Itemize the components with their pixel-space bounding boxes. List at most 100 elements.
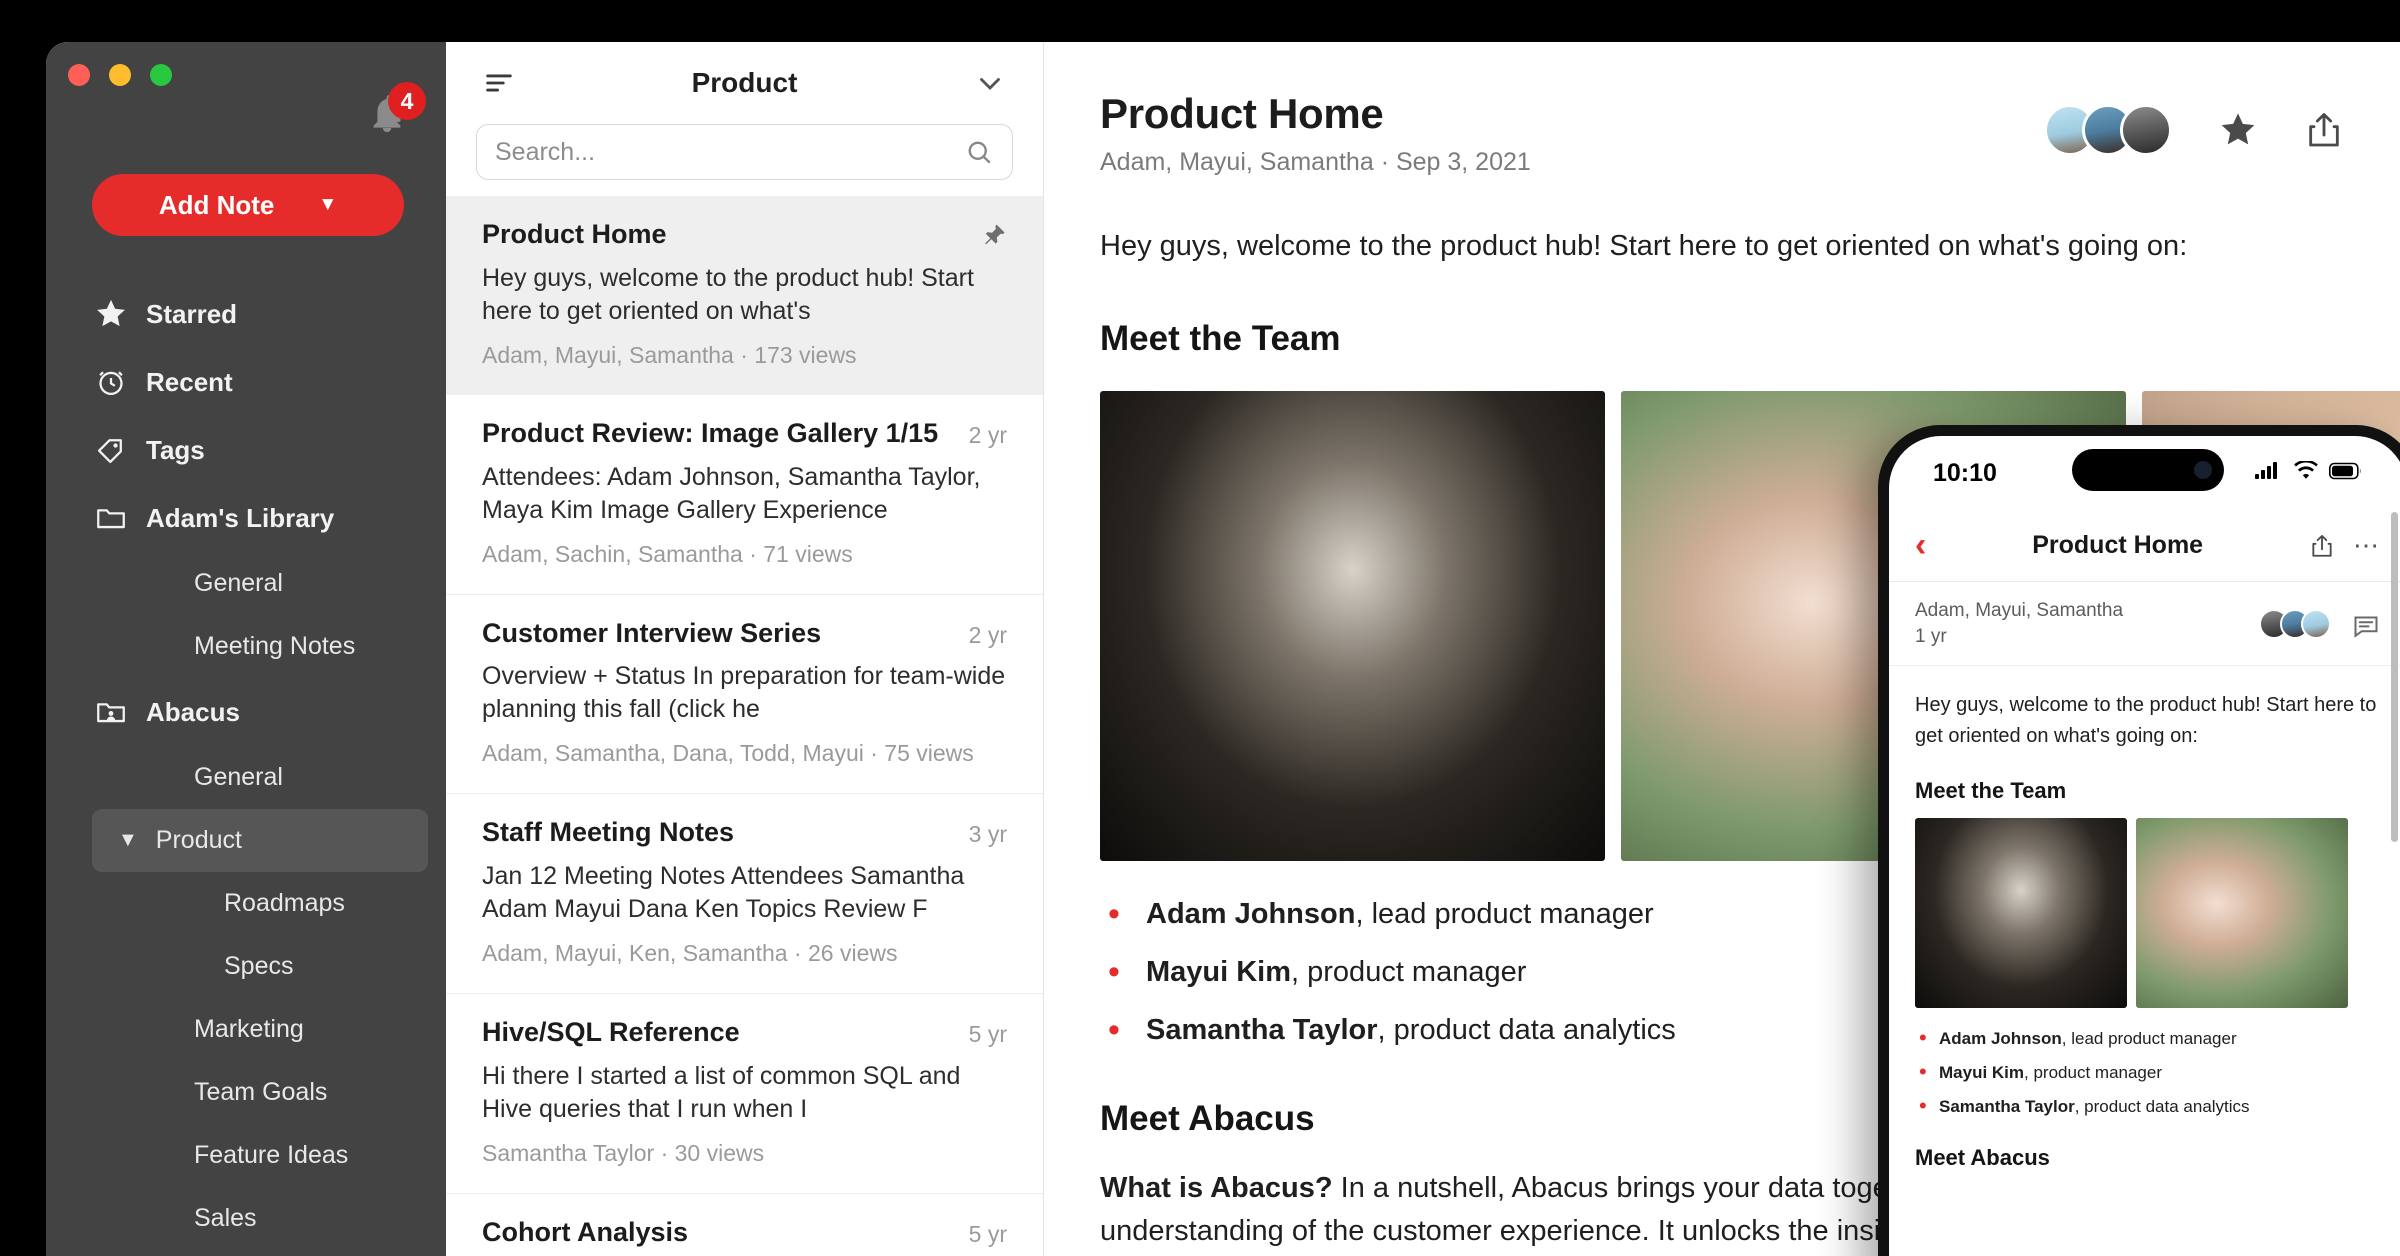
document-actions: [2044, 90, 2344, 156]
note-meta: Adam, Sachin, Samantha · 71 views: [482, 540, 853, 567]
sidebar-item-label: Product: [155, 826, 242, 854]
note-snippet: Overview + Status In preparation for tea…: [482, 662, 1006, 724]
note-age: 2 yr: [968, 621, 1007, 648]
team-member-role: , lead product manager: [2061, 1029, 2237, 1049]
sidebar-item-label: Abacus: [146, 696, 240, 727]
sidebar-item-marketing[interactable]: Marketing: [46, 998, 446, 1061]
note-title: Cohort Analysis: [482, 1216, 689, 1247]
phone-intro: Hey guys, welcome to the product hub! St…: [1915, 694, 2377, 748]
phone-meta-age: 1 yr: [1915, 625, 1947, 647]
phone-status-time: 10:10: [1933, 458, 1997, 487]
sidebar-item-product[interactable]: ▼ Product: [92, 809, 428, 872]
search-icon[interactable]: [964, 137, 994, 167]
phone-meta-text: Adam, Mayui, Samantha 1 yr: [1915, 598, 2259, 649]
avatar[interactable]: [2301, 608, 2331, 639]
team-member: Mayui Kim, product manager: [1915, 1058, 2381, 1087]
avatar-stack[interactable]: [2044, 104, 2172, 156]
note-snippet: Hey guys, welcome to the product hub! St…: [482, 263, 974, 325]
sidebar-item-library-general[interactable]: General: [46, 552, 446, 615]
chevron-down-icon: ▼: [118, 829, 138, 851]
phone-note-meta: Adam, Mayui, Samantha 1 yr: [1889, 582, 2400, 667]
dynamic-island: [2072, 449, 2224, 491]
note-age: 3 yr: [968, 821, 1007, 848]
sidebar-item-label: Recent: [146, 366, 233, 397]
team-member-role: , product data analytics: [2074, 1097, 2250, 1117]
sidebar-nav: Starred Recent Tags Adam's Library Gener…: [46, 280, 446, 1256]
sidebar-item-specs[interactable]: Specs: [46, 935, 446, 998]
document-header: Product Home Adam, Mayui, Samantha · Sep…: [1044, 42, 2400, 177]
sidebar-item-abacus[interactable]: Abacus: [46, 678, 446, 746]
team-member-name: Samantha Taylor: [1939, 1097, 2075, 1117]
note-list-panel: Product Product Home: [446, 42, 1044, 1256]
search-input[interactable]: [495, 137, 964, 167]
note-age: 5 yr: [968, 1220, 1007, 1247]
sidebar-item-library-meeting-notes[interactable]: Meeting Notes: [46, 615, 446, 678]
list-item[interactable]: Staff Meeting Notes 3 yr Jan 12 Meeting …: [446, 794, 1043, 994]
sidebar-item-feature-ideas[interactable]: Feature Ideas: [46, 1124, 446, 1187]
sidebar-item-trash[interactable]: Trash: [46, 1250, 446, 1256]
close-button[interactable]: [68, 64, 90, 86]
phone-section-heading-abacus: Meet Abacus: [1915, 1144, 2050, 1170]
document-intro: Hey guys, welcome to the product hub! St…: [1100, 230, 2188, 262]
sidebar-item-tags[interactable]: Tags: [46, 416, 446, 484]
list-item[interactable]: Hive/SQL Reference 5 yr Hi there I start…: [446, 994, 1043, 1194]
front-camera-icon: [2194, 461, 2212, 479]
team-member: Adam Johnson, lead product manager: [1915, 1024, 2381, 1053]
sidebar-item-recent[interactable]: Recent: [46, 348, 446, 416]
avatar[interactable]: [2120, 104, 2172, 156]
tag-icon: [94, 433, 146, 467]
team-photo: [2136, 818, 2348, 1009]
sidebar-item-label: Tags: [146, 434, 205, 465]
phone-avatar-stack[interactable]: [2259, 608, 2331, 639]
phone-status-indicators: [2255, 459, 2363, 486]
sidebar-item-team-goals[interactable]: Team Goals: [46, 1061, 446, 1124]
team-member: Samantha Taylor, product data analytics: [1915, 1092, 2381, 1121]
phone-section-heading-team: Meet the Team: [1915, 778, 2067, 804]
chevron-left-icon[interactable]: ‹: [1915, 526, 1926, 565]
sidebar-item-roadmaps[interactable]: Roadmaps: [46, 872, 446, 935]
page-title: Product Home: [1100, 90, 1384, 137]
document-subtitle: Adam, Mayui, Samantha · Sep 3, 2021: [1100, 148, 1531, 176]
share-icon[interactable]: [2309, 533, 2335, 559]
star-icon: [94, 297, 146, 331]
sidebar-item-abacus-general[interactable]: General: [46, 746, 446, 809]
note-snippet: Attendees: Adam Johnson, Samantha Taylor…: [482, 462, 981, 524]
list-item[interactable]: Customer Interview Series 2 yr Overview …: [446, 595, 1043, 795]
note-title: Staff Meeting Notes: [482, 817, 735, 848]
team-member-role: , product manager: [2024, 1063, 2162, 1083]
team-member-role: , product manager: [1291, 955, 1527, 988]
list-item[interactable]: Product Review: Image Gallery 1/15 2 yr …: [446, 395, 1043, 595]
add-note-button[interactable]: Add Note ▼: [92, 174, 404, 236]
search-box[interactable]: [476, 124, 1013, 180]
maximize-button[interactable]: [150, 64, 172, 86]
sort-icon[interactable]: [482, 66, 516, 100]
team-member-name: Samantha Taylor: [1146, 1013, 1378, 1046]
note-meta: Adam, Samantha, Dana, Todd, Mayui · 75 v…: [482, 740, 974, 767]
phone-team-photo-row: [1915, 818, 2381, 1009]
share-icon[interactable]: [2304, 110, 2344, 150]
star-icon[interactable]: [2218, 110, 2258, 150]
chevron-down-icon[interactable]: [973, 66, 1007, 100]
abacus-question: What is Abacus?: [1100, 1171, 1333, 1204]
shared-folder-icon: [94, 695, 146, 729]
pin-icon[interactable]: [981, 222, 1007, 248]
phone-status-bar: 10:10: [1889, 436, 2400, 510]
team-member-role: , product data analytics: [1377, 1013, 1676, 1046]
window-traffic-lights: [68, 64, 172, 86]
scrollbar[interactable]: [2391, 512, 2398, 842]
minimize-button[interactable]: [109, 64, 131, 86]
sidebar-item-sales[interactable]: Sales: [46, 1187, 446, 1250]
team-member-name: Adam Johnson: [1146, 898, 1356, 931]
sidebar-item-adams-library[interactable]: Adam's Library: [46, 484, 446, 552]
phone-meta-names: Adam, Mayui, Samantha: [1915, 600, 2124, 621]
note-title: Product Home: [482, 219, 667, 249]
comment-icon[interactable]: [2351, 611, 2381, 638]
section-heading-team: Meet the Team: [1100, 319, 1341, 359]
more-dots-icon[interactable]: ⋯: [2353, 530, 2381, 561]
sidebar-item-starred[interactable]: Starred: [46, 280, 446, 348]
list-item[interactable]: Product Home Hey guys, welcome to the pr…: [446, 196, 1043, 395]
notifications-button[interactable]: 4: [364, 82, 426, 146]
team-member-name: Mayui Kim: [1939, 1063, 2025, 1083]
list-item[interactable]: Cohort Analysis 5 yr Week 3 (week beginn…: [446, 1194, 1043, 1256]
folder-icon: [94, 501, 146, 535]
